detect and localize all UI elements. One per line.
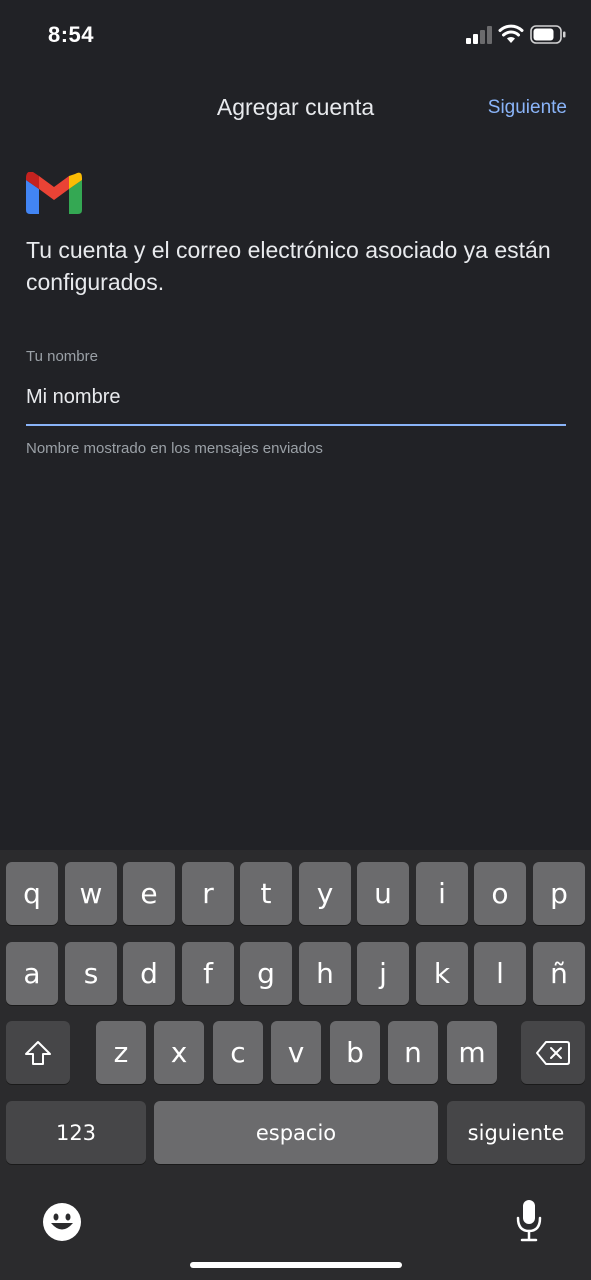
key-g[interactable]: g [240, 942, 292, 1005]
gmail-logo-icon [26, 172, 82, 214]
name-input-underline [26, 424, 566, 426]
return-key[interactable]: siguiente [447, 1101, 585, 1164]
key-y[interactable]: y [299, 862, 351, 925]
status-bar: 8:54 [0, 0, 591, 70]
key-z[interactable]: z [96, 1021, 146, 1084]
delete-key[interactable] [521, 1021, 585, 1084]
microphone-icon[interactable] [514, 1198, 544, 1244]
name-field-label: Tu nombre [26, 348, 98, 365]
name-input[interactable] [26, 382, 566, 412]
key-n[interactable]: n [388, 1021, 438, 1084]
battery-icon [530, 25, 566, 44]
emoji-icon[interactable] [42, 1202, 82, 1242]
space-key[interactable]: espacio [154, 1101, 438, 1164]
key-a[interactable]: a [6, 942, 58, 1005]
key-d[interactable]: d [123, 942, 175, 1005]
key-q[interactable]: q [6, 862, 58, 925]
key-e[interactable]: e [123, 862, 175, 925]
key-s[interactable]: s [65, 942, 117, 1005]
home-indicator[interactable] [190, 1262, 402, 1268]
status-time: 8:54 [48, 22, 95, 47]
signal-bars-icon [466, 26, 492, 44]
key-x[interactable]: x [154, 1021, 204, 1084]
key-k[interactable]: k [416, 942, 468, 1005]
key-f[interactable]: f [182, 942, 234, 1005]
key-m[interactable]: m [447, 1021, 497, 1084]
key-r[interactable]: r [182, 862, 234, 925]
next-button[interactable]: Siguiente [488, 97, 567, 119]
key-h[interactable]: h [299, 942, 351, 1005]
keyboard: q w e r t y u i o p a s d f g h j k l ñ … [0, 850, 591, 1280]
key-n-tilde[interactable]: ñ [533, 942, 585, 1005]
key-p[interactable]: p [533, 862, 585, 925]
backspace-icon [536, 1040, 570, 1065]
key-o[interactable]: o [474, 862, 526, 925]
key-l[interactable]: l [474, 942, 526, 1005]
wifi-icon [498, 24, 524, 43]
key-j[interactable]: j [357, 942, 409, 1005]
name-field-helper: Nombre mostrado en los mensajes enviados [26, 440, 323, 457]
key-b[interactable]: b [330, 1021, 380, 1084]
key-u[interactable]: u [357, 862, 409, 925]
key-t[interactable]: t [240, 862, 292, 925]
key-v[interactable]: v [271, 1021, 321, 1084]
key-c[interactable]: c [213, 1021, 263, 1084]
shift-key[interactable] [6, 1021, 70, 1084]
shift-icon [25, 1040, 51, 1065]
numbers-key[interactable]: 123 [6, 1101, 146, 1164]
key-i[interactable]: i [416, 862, 468, 925]
key-w[interactable]: w [65, 862, 117, 925]
confirmation-message: Tu cuenta y el correo electrónico asocia… [26, 237, 551, 295]
